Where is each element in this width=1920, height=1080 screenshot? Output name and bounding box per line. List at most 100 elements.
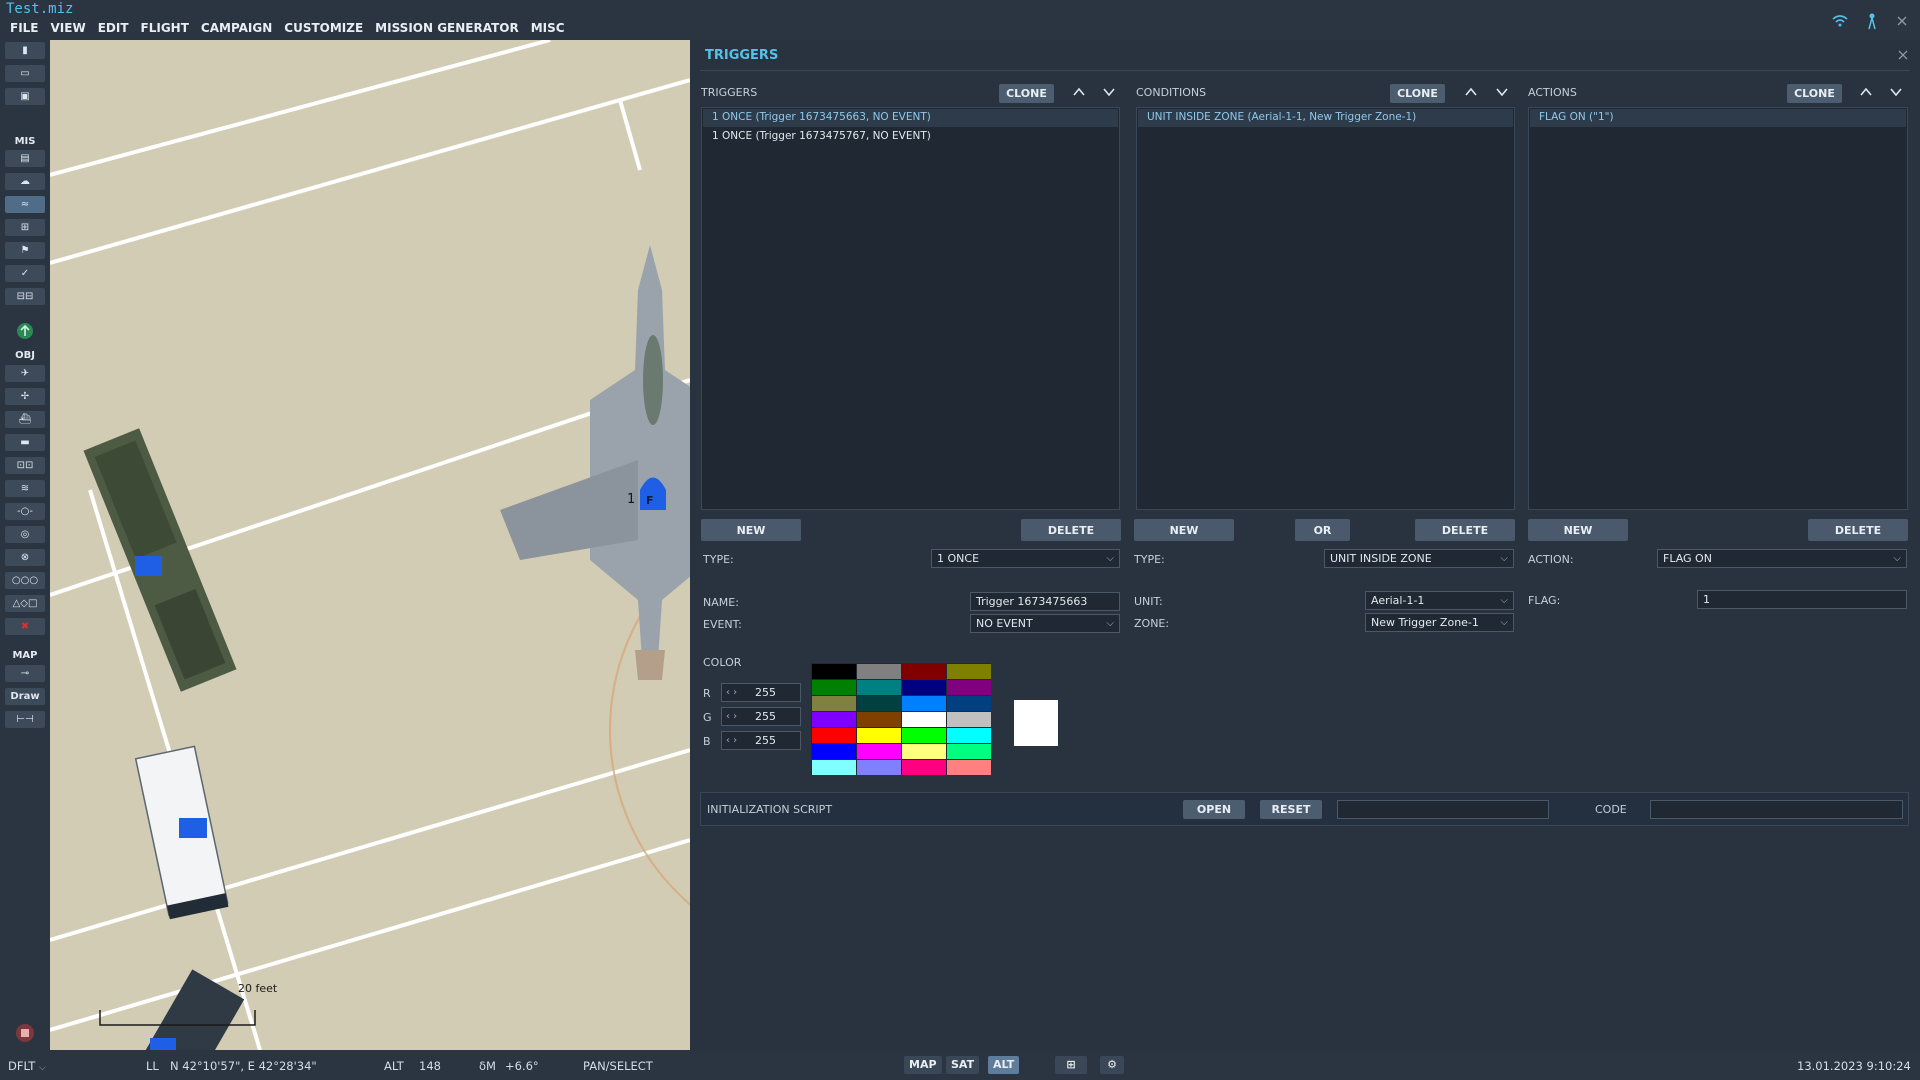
ruler-icon[interactable]: ⊢⊣ (5, 711, 45, 728)
template-icon[interactable]: ≋ (5, 480, 45, 497)
alt-mode-button[interactable]: ALT (988, 1056, 1020, 1074)
move-down-trigger-icon[interactable] (1103, 87, 1115, 97)
shapes-icon[interactable]: △◇□ (5, 595, 45, 612)
color-swatch[interactable] (857, 696, 901, 711)
menu-customize[interactable]: CUSTOMIZE (284, 21, 363, 35)
delete-action-button[interactable]: DELETE (1808, 519, 1908, 541)
delete-icon[interactable]: ✖ (5, 618, 45, 635)
map-canvas[interactable]: F 1 20 feet (50, 40, 690, 1050)
condition-unit-dropdown[interactable]: Aerial-1-1 ⌵ (1365, 591, 1514, 610)
mission-briefing-icon[interactable]: ▤ (5, 150, 45, 167)
script-file-input[interactable] (1337, 800, 1549, 819)
action-type-dropdown[interactable]: FLAG ON ⌵ (1657, 549, 1907, 568)
menu-edit[interactable]: EDIT (98, 21, 129, 35)
draw-button[interactable]: Draw (5, 688, 45, 705)
stepper-arrows-icon[interactable]: ‹ › (726, 684, 737, 701)
stop-icon[interactable] (15, 1023, 35, 1043)
stepper-arrows-icon[interactable]: ‹ › (726, 708, 737, 725)
color-swatch[interactable] (947, 760, 991, 775)
trigger-type-dropdown[interactable]: 1 ONCE ⌵ (931, 549, 1120, 568)
menu-file[interactable]: FILE (10, 21, 39, 35)
condition-list[interactable]: UNIT INSIDE ZONE (Aerial-1-1, New Trigge… (1136, 107, 1515, 510)
color-swatch[interactable] (947, 664, 991, 679)
trigger-zone-icon[interactable]: ⊞ (5, 219, 45, 236)
static-object-icon[interactable]: ⊡⊡ (5, 457, 45, 474)
menu-view[interactable]: VIEW (51, 21, 86, 35)
trigger-event-dropdown[interactable]: NO EVENT ⌵ (970, 614, 1120, 633)
move-up-trigger-icon[interactable] (1073, 87, 1085, 97)
target-icon[interactable]: ◎ (5, 526, 45, 543)
settings-gear-icon[interactable]: ⚙ (1100, 1056, 1124, 1074)
waypoint-icon[interactable]: -○- (5, 503, 45, 520)
delete-condition-button[interactable]: DELETE (1415, 519, 1515, 541)
trigger-name-input[interactable]: Trigger 1673475663 (970, 592, 1120, 611)
color-swatch[interactable] (947, 680, 991, 695)
airplane-icon[interactable]: ✈ (5, 365, 45, 382)
weather-icon[interactable]: ☁ (5, 173, 45, 190)
bus-marker[interactable] (179, 818, 207, 838)
color-swatch[interactable] (947, 728, 991, 743)
helicopter-icon[interactable]: ✢ (5, 388, 45, 405)
color-swatch[interactable] (902, 696, 946, 711)
color-swatch[interactable] (902, 760, 946, 775)
color-swatch[interactable] (812, 712, 856, 727)
color-swatch[interactable] (902, 664, 946, 679)
trigger-list-item[interactable]: 1 ONCE (Trigger 1673475663, NO EVENT) (712, 111, 931, 123)
sat-mode-button[interactable]: SAT (946, 1056, 980, 1074)
map-mode-button[interactable]: MAP (904, 1056, 942, 1074)
truck-marker[interactable] (150, 1038, 176, 1050)
color-swatch[interactable] (857, 680, 901, 695)
color-g-stepper[interactable]: ‹ › 255 (721, 707, 801, 726)
open-folder-icon[interactable]: ▭ (5, 65, 45, 82)
ground-unit-icon[interactable]: ▬ (5, 434, 45, 451)
color-swatch[interactable] (947, 744, 991, 759)
new-action-button[interactable]: NEW (1528, 519, 1628, 541)
vehicle-marker[interactable] (135, 556, 162, 576)
triggers-icon[interactable]: ≈ (5, 196, 45, 213)
color-swatch[interactable] (902, 744, 946, 759)
or-button[interactable]: OR (1295, 519, 1350, 541)
color-swatch[interactable] (812, 744, 856, 759)
clone-trigger-button[interactable]: CLONE (999, 84, 1054, 103)
group-icon[interactable]: ○○○ (5, 572, 45, 589)
menu-campaign[interactable]: CAMPAIGN (201, 21, 272, 35)
menu-misc[interactable]: MISC (531, 21, 565, 35)
color-b-stepper[interactable]: ‹ › 255 (721, 731, 801, 750)
action-list[interactable]: FLAG ON ("1") (1528, 107, 1908, 510)
map-view[interactable]: F 1 20 feet (50, 40, 690, 1050)
move-down-action-icon[interactable] (1890, 87, 1902, 97)
color-swatch[interactable] (902, 728, 946, 743)
close-icon[interactable] (1896, 15, 1908, 27)
color-swatch[interactable] (857, 728, 901, 743)
color-palette[interactable] (811, 663, 991, 775)
move-up-action-icon[interactable] (1860, 87, 1872, 97)
new-condition-button[interactable]: NEW (1134, 519, 1234, 541)
color-swatch[interactable] (812, 696, 856, 711)
action-flag-input[interactable]: 1 (1697, 590, 1907, 609)
color-swatch[interactable] (947, 696, 991, 711)
color-swatch[interactable] (902, 712, 946, 727)
clone-condition-button[interactable]: CLONE (1390, 84, 1445, 103)
menu-mission-generator[interactable]: MISSION GENERATOR (375, 21, 519, 35)
color-swatch[interactable] (857, 744, 901, 759)
new-trigger-button[interactable]: NEW (701, 519, 801, 541)
open-script-button[interactable]: OPEN (1183, 800, 1245, 819)
goals-icon[interactable]: ⊟⊟ (5, 288, 45, 305)
check-icon[interactable]: ✓ (5, 265, 45, 282)
color-r-stepper[interactable]: ‹ › 255 (721, 683, 801, 702)
action-list-item[interactable]: FLAG ON ("1") (1539, 111, 1614, 123)
color-swatch[interactable] (857, 712, 901, 727)
condition-zone-dropdown[interactable]: New Trigger Zone-1 ⌵ (1365, 613, 1514, 632)
arrow-up-circle-icon[interactable] (16, 322, 34, 340)
reset-script-button[interactable]: RESET (1260, 800, 1322, 819)
flag-icon[interactable]: ⚑ (5, 242, 45, 259)
stepper-arrows-icon[interactable]: ‹ › (726, 732, 737, 749)
trigger-list[interactable]: 1 ONCE (Trigger 1673475663, NO EVENT) 1 … (701, 107, 1120, 510)
save-icon[interactable]: ▣ (5, 88, 45, 105)
color-swatch[interactable] (812, 728, 856, 743)
color-swatch[interactable] (857, 664, 901, 679)
delete-trigger-button[interactable]: DELETE (1021, 519, 1121, 541)
trigger-list-item[interactable]: 1 ONCE (Trigger 1673475767, NO EVENT) (712, 130, 931, 142)
color-swatch[interactable] (857, 760, 901, 775)
condition-list-item[interactable]: UNIT INSIDE ZONE (Aerial-1-1, New Trigge… (1147, 111, 1416, 123)
